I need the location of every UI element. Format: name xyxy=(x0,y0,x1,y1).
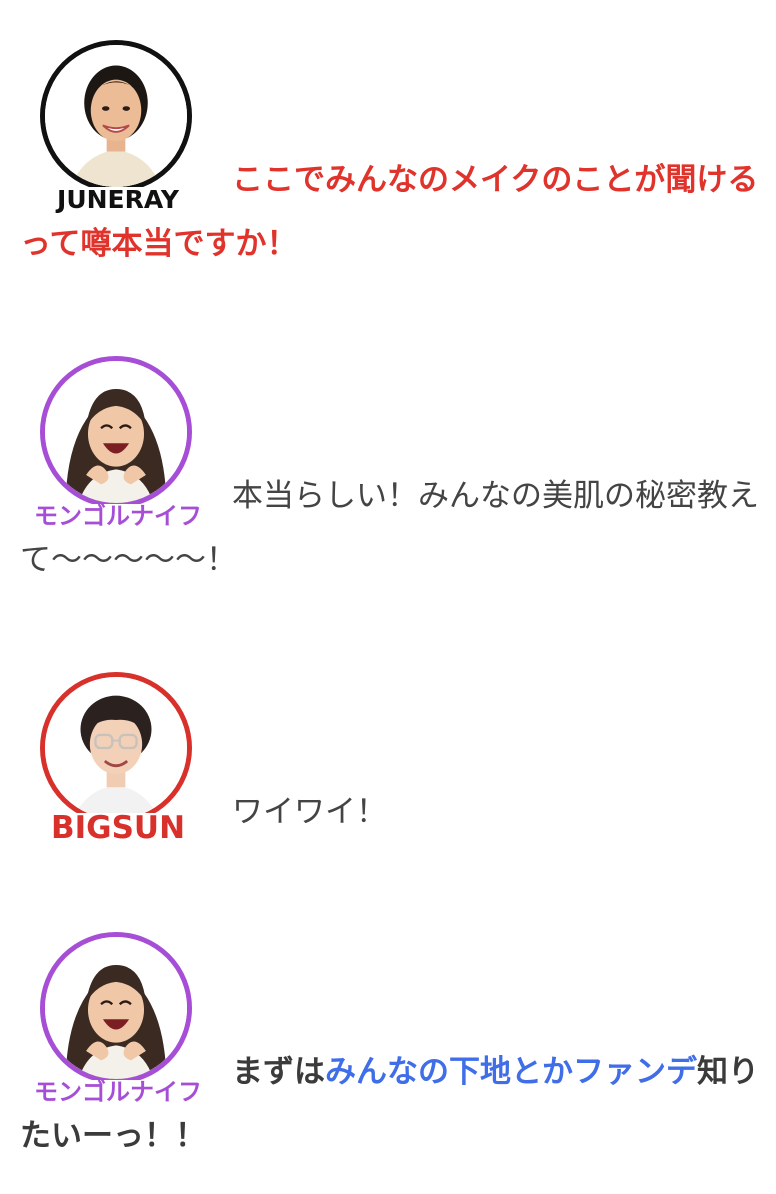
avatar-photo xyxy=(40,40,192,192)
speaker-name: モンゴルナイフ xyxy=(20,504,216,528)
message-body: BIGSUN ワイワイ！ xyxy=(20,672,760,844)
message-text-highlight: みんなの下地とかファンデ xyxy=(325,1054,697,1090)
avatar: BIGSUN xyxy=(20,672,216,844)
avatar-photo xyxy=(40,932,192,1084)
message-body: モンゴルナイフ 本当らしい！みんなの美肌の秘密教えて〜〜〜〜〜！ xyxy=(20,356,760,592)
avatar-photo xyxy=(40,356,192,508)
message-body: JUNERAY ここでみんなのメイクのことが聞けるって噂本当ですか！ xyxy=(20,40,760,276)
speaker-name: モンゴルナイフ xyxy=(20,1080,216,1104)
avatar: モンゴルナイフ xyxy=(20,356,216,528)
avatar: モンゴルナイフ xyxy=(20,932,216,1104)
avatar-photo xyxy=(40,672,192,824)
chat-message: モンゴルナイフ まずはみんなの下地とかファンデ知りたいーっ！！ xyxy=(20,932,760,1168)
speaker-name: JUNERAY xyxy=(20,187,216,212)
chat-message: モンゴルナイフ 本当らしい！みんなの美肌の秘密教えて〜〜〜〜〜！ xyxy=(20,356,760,592)
message-body: モンゴルナイフ まずはみんなの下地とかファンデ知りたいーっ！！ xyxy=(20,932,760,1168)
chat-message: JUNERAY ここでみんなのメイクのことが聞けるって噂本当ですか！ xyxy=(20,40,760,276)
chat-message: BIGSUN ワイワイ！ xyxy=(20,672,760,844)
avatar: JUNERAY xyxy=(20,40,216,212)
message-text: ワイワイ！ xyxy=(232,794,387,830)
message-text-pre: まずは xyxy=(232,1054,325,1090)
speaker-name: BIGSUN xyxy=(20,813,216,844)
